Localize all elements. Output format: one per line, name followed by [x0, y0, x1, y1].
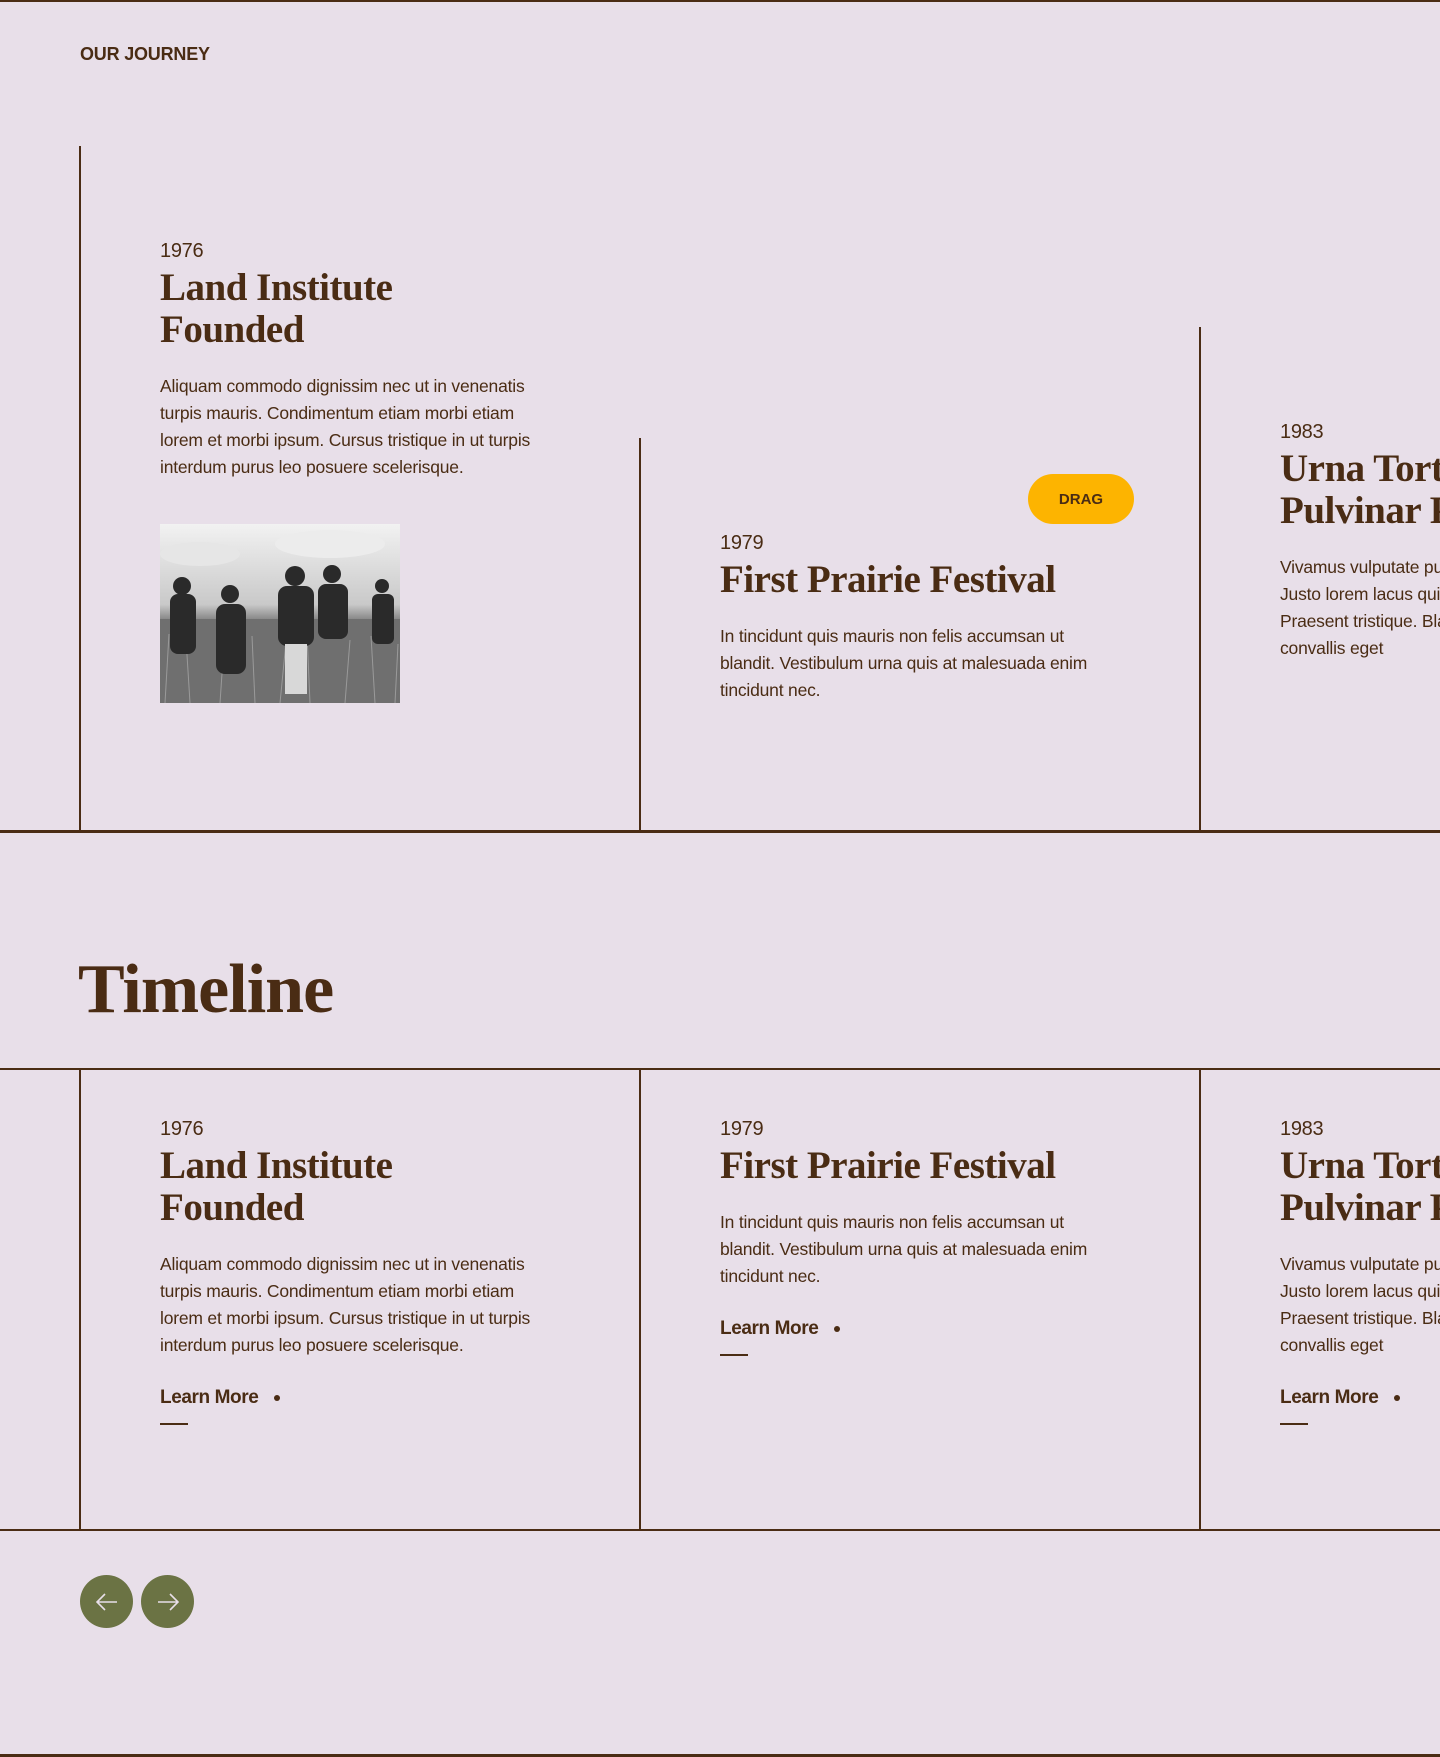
card-divider	[79, 146, 81, 832]
timeline-heading: Timeline	[78, 951, 334, 1028]
timeline-card[interactable]: 1979 First Prairie Festival In tincidunt…	[720, 1118, 1120, 1356]
prev-button[interactable]	[80, 1575, 133, 1628]
card-title: Urna Tortor Pulvinar Pharetra	[1280, 447, 1440, 532]
arrow-left-icon	[95, 1592, 117, 1611]
link-underline	[160, 1423, 188, 1425]
card-title: First Prairie Festival	[720, 558, 1056, 601]
timeline-card[interactable]: 1983 Urna Tortor Pulvinar Pharetra Vivam…	[1280, 421, 1440, 662]
card-body: In tincidunt quis mauris non felis accum…	[720, 1212, 1088, 1286]
top-border	[0, 0, 1440, 2]
learn-more-link[interactable]: Learn More	[720, 1318, 841, 1356]
section-eyebrow: OUR JOURNEY	[80, 44, 210, 64]
prairie-group-photo	[160, 524, 400, 703]
card-year: 1976	[160, 1118, 204, 1140]
card-year: 1983	[1280, 421, 1324, 443]
dot-icon	[1394, 1394, 1401, 1401]
card-body: Aliquam commodo dignissim nec ut in vene…	[160, 376, 531, 477]
card-year: 1979	[720, 532, 764, 554]
card-divider	[639, 438, 641, 832]
card-divider	[79, 1068, 81, 1530]
card-divider	[639, 1068, 641, 1530]
timeline-card[interactable]: 1976 Land Institute Founded Aliquam comm…	[160, 1118, 560, 1425]
card-year: 1976	[160, 240, 204, 262]
dot-icon	[274, 1394, 281, 1401]
card-year: 1983	[1280, 1118, 1324, 1140]
link-underline	[720, 1354, 748, 1356]
card-body: Vivamus vulputate pulvinar. Justo lorem …	[1280, 557, 1440, 658]
learn-more-label: Learn More	[160, 1387, 259, 1408]
section-divider	[0, 830, 1440, 833]
timeline-card[interactable]: 1983 Urna Tortor Pulvinar Pharetra Vivam…	[1280, 1118, 1440, 1425]
card-title: First Prairie Festival	[720, 1144, 1056, 1187]
drag-button[interactable]: DRAG	[1028, 474, 1134, 524]
card-divider	[1199, 327, 1201, 832]
arrow-right-icon	[157, 1592, 179, 1611]
timeline-bottom-border	[0, 1529, 1440, 1531]
card-year: 1979	[720, 1118, 764, 1140]
card-body: Aliquam commodo dignissim nec ut in vene…	[160, 1254, 531, 1355]
card-title: Urna Tortor Pulvinar Pharetra	[1280, 1144, 1440, 1229]
timeline-card[interactable]: 1979 First Prairie Festival In tincidunt…	[720, 532, 1120, 704]
learn-more-link[interactable]: Learn More	[160, 1387, 281, 1425]
link-underline	[1280, 1423, 1308, 1425]
dot-icon	[834, 1325, 841, 1332]
timeline-card[interactable]: 1976 Land Institute Founded Aliquam comm…	[160, 240, 560, 481]
card-body: Vivamus vulputate pulvinar. Justo lorem …	[1280, 1254, 1440, 1355]
timeline-top-border	[0, 1068, 1440, 1070]
learn-more-link[interactable]: Learn More	[1280, 1387, 1401, 1425]
learn-more-label: Learn More	[1280, 1387, 1379, 1408]
card-title: Land Institute Founded	[160, 266, 393, 351]
card-body: In tincidunt quis mauris non felis accum…	[720, 626, 1088, 700]
next-button[interactable]	[141, 1575, 194, 1628]
card-title: Land Institute Founded	[160, 1144, 393, 1229]
card-divider	[1199, 1068, 1201, 1530]
learn-more-label: Learn More	[720, 1318, 819, 1339]
